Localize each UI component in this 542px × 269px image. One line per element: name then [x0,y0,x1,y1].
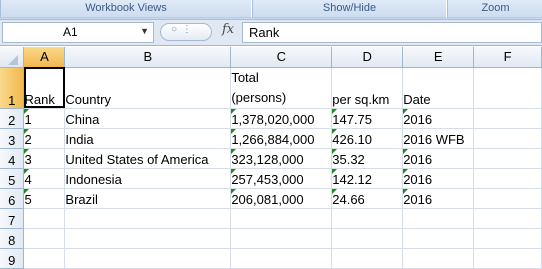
ribbon-group-zoom[interactable]: Zoom [447,0,542,18]
row-header-9[interactable]: 9 [0,248,25,269]
column-header-d[interactable]: D [331,47,404,68]
row-header-5[interactable]: 5 [0,168,25,189]
formula-text: Rank [249,25,280,40]
cell-a4[interactable]: 3 [23,148,66,169]
column-header-a[interactable]: A [23,47,66,68]
name-box-value: A1 [63,25,78,39]
cell-f2[interactable] [473,108,542,129]
column-header-c[interactable]: C [230,47,333,68]
ribbon-group-show-hide[interactable]: Show/Hide [252,0,447,18]
cell-e1[interactable]: Date [402,67,475,109]
cell-d1[interactable]: per sq.km [331,67,404,109]
cell-b7[interactable] [64,208,232,229]
cell-a2[interactable]: 1 [23,108,66,129]
column-header-b[interactable]: B [64,47,232,68]
cell-f3[interactable] [473,128,542,149]
cell-a7[interactable] [23,208,66,229]
cell-e2[interactable]: 2016 [402,108,475,129]
cell-d4[interactable]: 35.32 [331,148,404,169]
cell-b4[interactable]: United States of America [64,148,232,169]
cell-a1[interactable]: Rank [23,67,66,109]
cell-f6[interactable] [473,188,542,209]
cell-c1-line1: Total [231,69,259,85]
cell-a8[interactable] [23,228,66,249]
row-header-3[interactable]: 3 [0,128,25,149]
cell-d7[interactable] [331,208,404,229]
cell-c1-line2: (persons) [231,89,287,105]
formula-input[interactable]: Rank [242,22,542,43]
cell-d2[interactable]: 147.75 [331,108,404,129]
grip-icon: ○ ⋮ [171,24,193,35]
column-header-f[interactable]: F [473,47,542,68]
row-header-4[interactable]: 4 [0,148,25,169]
cell-c4[interactable]: 323,128,000 [230,148,333,169]
row-header-6[interactable]: 6 [0,188,25,209]
select-all-button[interactable] [0,47,25,68]
cell-b5[interactable]: Indonesia [64,168,232,189]
cell-a5[interactable]: 4 [23,168,66,189]
cell-f5[interactable] [473,168,542,189]
cell-c2[interactable]: 1,378,020,000 [230,108,333,129]
cell-c6[interactable]: 206,081,000 [230,188,333,209]
row-header-2[interactable]: 2 [0,108,25,129]
cell-e5[interactable]: 2016 [402,168,475,189]
select-all-icon [8,54,18,65]
cell-b6[interactable]: Brazil [64,188,232,209]
cell-d9[interactable] [331,248,404,269]
cell-f7[interactable] [473,208,542,229]
cell-a9[interactable] [23,248,66,269]
formula-controls: ○ ⋮ fx [158,22,238,41]
cell-f1[interactable] [473,67,542,109]
formula-bar: A1 ▼ ○ ⋮ fx Rank [0,20,542,46]
cell-d3[interactable]: 426.10 [331,128,404,149]
cell-b3[interactable]: India [64,128,232,149]
row-header-8[interactable]: 8 [0,228,25,249]
cell-c3[interactable]: 1,266,884,000 [230,128,333,149]
cell-e4[interactable]: 2016 [402,148,475,169]
cell-a6[interactable]: 5 [23,188,66,209]
ribbon-group-workbook-views[interactable]: Workbook Views [0,0,252,18]
cell-a3[interactable]: 2 [23,128,66,149]
cell-c5[interactable]: 257,453,000 [230,168,333,189]
insert-function-icon[interactable]: fx [222,22,234,37]
cell-c9[interactable] [230,248,333,269]
cell-e8[interactable] [402,228,475,249]
cell-f9[interactable] [473,248,542,269]
cell-c1[interactable]: Total (persons) [230,67,333,109]
ribbon-group-bar: Workbook Views Show/Hide Zoom [0,0,542,20]
spreadsheet-grid: A B C D E F 1 Rank Country Total (persons… [0,47,542,269]
chevron-down-icon[interactable]: ▼ [140,26,149,36]
cell-e3[interactable]: 2016 WFB [402,128,475,149]
cell-e9[interactable] [402,248,475,269]
cell-f4[interactable] [473,148,542,169]
cell-c7[interactable] [230,208,333,229]
cell-b8[interactable] [64,228,232,249]
cell-c8[interactable] [230,228,333,249]
cell-d5[interactable]: 142.12 [331,168,404,189]
cell-b9[interactable] [64,248,232,269]
cell-e6[interactable]: 2016 [402,188,475,209]
cell-b1[interactable]: Country [64,67,232,109]
cell-d8[interactable] [331,228,404,249]
cell-e7[interactable] [402,208,475,229]
column-header-e[interactable]: E [402,47,475,68]
formula-bar-resize-handle[interactable]: ○ ⋮ [160,23,212,41]
cell-b2[interactable]: China [64,108,232,129]
cell-f8[interactable] [473,228,542,249]
row-header-1[interactable]: 1 [0,67,25,109]
cell-d6[interactable]: 24.66 [331,188,404,209]
name-box[interactable]: A1 ▼ [2,22,154,43]
row-header-7[interactable]: 7 [0,208,25,229]
